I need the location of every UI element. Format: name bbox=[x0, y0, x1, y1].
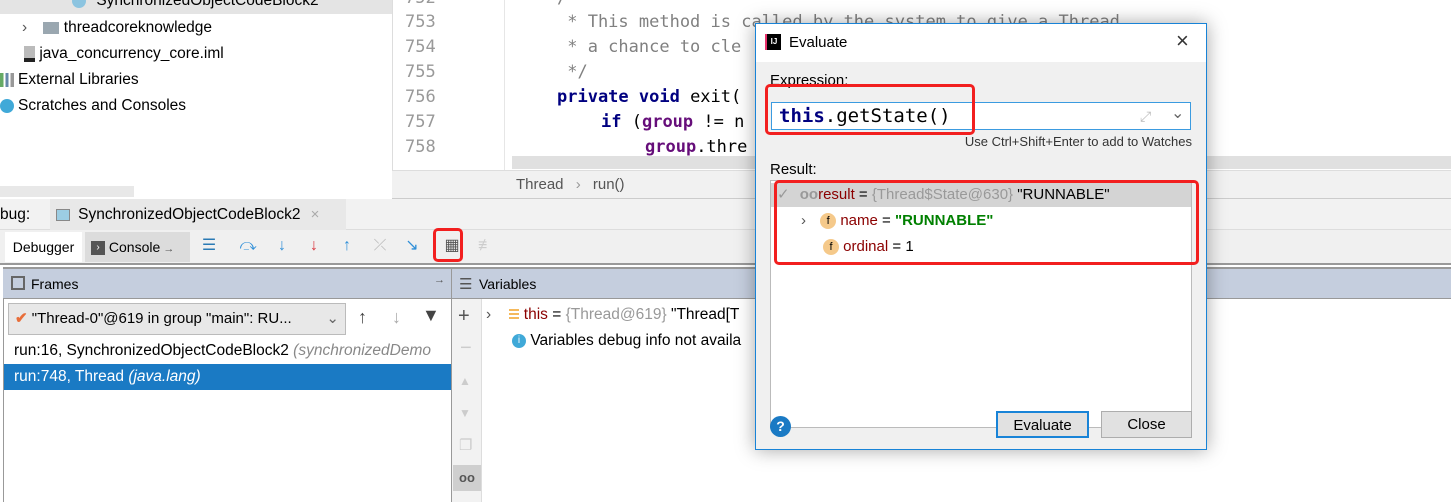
intellij-logo-icon: IJ bbox=[765, 34, 781, 50]
console-icon: › bbox=[91, 241, 105, 256]
info-icon: i bbox=[512, 333, 526, 348]
highlight-expression bbox=[765, 84, 975, 135]
tree-item-folder[interactable]: › threadcoreknowledge bbox=[22, 15, 212, 41]
watches-hint: Use Ctrl+Shift+Enter to add to Watches bbox=[964, 134, 1192, 149]
line-number: 757 bbox=[405, 112, 436, 132]
code-line: group.thre bbox=[645, 137, 748, 157]
breadcrumb-item[interactable]: Thread bbox=[516, 176, 564, 193]
pin-icon: → bbox=[160, 243, 175, 255]
pin-icon[interactable]: → bbox=[434, 274, 445, 286]
show-execution-point-icon[interactable]: ☰ bbox=[199, 236, 219, 256]
result-label: Result: bbox=[770, 161, 817, 178]
field-stack-icon bbox=[509, 308, 520, 321]
force-step-into-icon[interactable]: ↓ bbox=[304, 236, 324, 256]
thread-select[interactable]: ✔ "Thread-0"@619 in group "main": RU... … bbox=[8, 303, 346, 335]
highlight-evaluate-icon bbox=[433, 228, 463, 262]
chevron-right-icon[interactable]: › bbox=[22, 19, 27, 36]
next-frame-icon[interactable]: ↓ bbox=[392, 307, 401, 328]
tree-item-libraries[interactable]: External Libraries bbox=[0, 67, 139, 93]
add-watch-icon[interactable]: + bbox=[458, 305, 470, 328]
step-into-icon[interactable]: ↓ bbox=[272, 236, 292, 256]
check-icon: ✔ bbox=[15, 310, 28, 327]
close-tab-icon[interactable]: × bbox=[311, 206, 320, 223]
project-tree: SynchronizedObjectCodeBlock2 › threadcor… bbox=[0, 0, 392, 198]
debug-label: bug: bbox=[0, 206, 31, 223]
frames-panel: ✔ "Thread-0"@619 in group "main": RU... … bbox=[3, 299, 451, 502]
iml-file-icon bbox=[24, 45, 35, 62]
tree-item-iml[interactable]: java_concurrency_core.iml bbox=[24, 41, 224, 67]
copy-icon[interactable]: ❐ bbox=[459, 436, 472, 454]
code-line: */ bbox=[557, 62, 588, 82]
filter-icon[interactable]: ▼ bbox=[422, 305, 440, 326]
debug-tab-bar: bug: SynchronizedObjectCodeBlock2 × bbox=[0, 199, 1451, 230]
remove-watch-icon[interactable]: − bbox=[460, 337, 472, 360]
move-up-icon[interactable]: ▲ bbox=[459, 374, 471, 388]
drop-frame-icon[interactable]: ⤫ bbox=[370, 236, 390, 256]
class-icon bbox=[72, 0, 86, 8]
code-line: private void exit( bbox=[557, 87, 742, 107]
close-dialog-icon[interactable]: × bbox=[1176, 28, 1189, 54]
code-line: if (group != n bbox=[601, 112, 745, 132]
frames-header: Frames → bbox=[3, 267, 451, 299]
highlight-result bbox=[774, 180, 1199, 265]
watches-toggle-icon[interactable]: oo bbox=[453, 465, 481, 491]
code-line: /** bbox=[557, 0, 588, 8]
session-tab[interactable]: SynchronizedObjectCodeBlock2 × bbox=[50, 199, 346, 230]
variable-row[interactable]: › this = {Thread@619} "Thread[T bbox=[486, 303, 739, 327]
frame-row-selected[interactable]: run:748, Thread (java.lang) bbox=[4, 364, 451, 390]
run-config-icon bbox=[56, 209, 70, 222]
line-number: 758 bbox=[405, 137, 436, 157]
trace-icon[interactable]: ≢ bbox=[476, 236, 496, 256]
tree-item-scratches[interactable]: Scratches and Consoles bbox=[0, 93, 186, 119]
tab-debugger[interactable]: Debugger bbox=[5, 232, 82, 262]
step-over-icon[interactable]: ⤼ bbox=[238, 236, 258, 256]
close-button[interactable]: Close bbox=[1101, 411, 1192, 438]
line-number: 752 bbox=[405, 0, 445, 8]
previous-frame-icon[interactable]: ↑ bbox=[358, 307, 367, 328]
dialog-titlebar: IJ Evaluate × bbox=[756, 24, 1206, 62]
breadcrumb-item[interactable]: run() bbox=[593, 176, 625, 193]
tree-item-class[interactable]: SynchronizedObjectCodeBlock2 bbox=[72, 0, 319, 14]
move-down-icon[interactable]: ▼ bbox=[459, 406, 471, 420]
tab-console[interactable]: › Console → bbox=[85, 232, 190, 262]
chevron-down-icon: ⌄ bbox=[326, 310, 339, 327]
history-dropdown-icon[interactable]: ⌄ bbox=[1171, 101, 1184, 127]
evaluate-button[interactable]: Evaluate bbox=[996, 411, 1089, 438]
variables-toolbar: + − ▲ ▼ ❐ oo bbox=[451, 299, 482, 502]
frames-icon bbox=[11, 276, 25, 290]
code-line: * a chance to cle bbox=[557, 37, 742, 57]
line-number: 756 bbox=[405, 87, 436, 107]
libraries-icon bbox=[0, 72, 14, 87]
line-number: 754 bbox=[405, 37, 436, 57]
chevron-right-icon[interactable]: › bbox=[486, 306, 491, 323]
run-to-cursor-icon[interactable]: ↘ bbox=[402, 236, 422, 256]
gutter-separator bbox=[504, 0, 505, 170]
horizontal-scrollbar[interactable] bbox=[0, 186, 134, 197]
line-number: 755 bbox=[405, 62, 436, 82]
folder-icon bbox=[43, 21, 60, 34]
variables-info: i Variables debug info not availa bbox=[512, 329, 741, 353]
expand-icon[interactable]: ⤢ bbox=[1140, 103, 1151, 129]
line-number: 753 bbox=[405, 12, 436, 32]
help-icon[interactable]: ? bbox=[770, 416, 791, 437]
scratches-icon bbox=[0, 98, 14, 113]
breadcrumb-separator-icon: › bbox=[575, 176, 581, 193]
step-out-icon[interactable]: ↑ bbox=[337, 236, 357, 256]
variables-icon: ☰ bbox=[459, 276, 473, 293]
frame-row[interactable]: run:16, SynchronizedObjectCodeBlock2 (sy… bbox=[4, 338, 451, 364]
